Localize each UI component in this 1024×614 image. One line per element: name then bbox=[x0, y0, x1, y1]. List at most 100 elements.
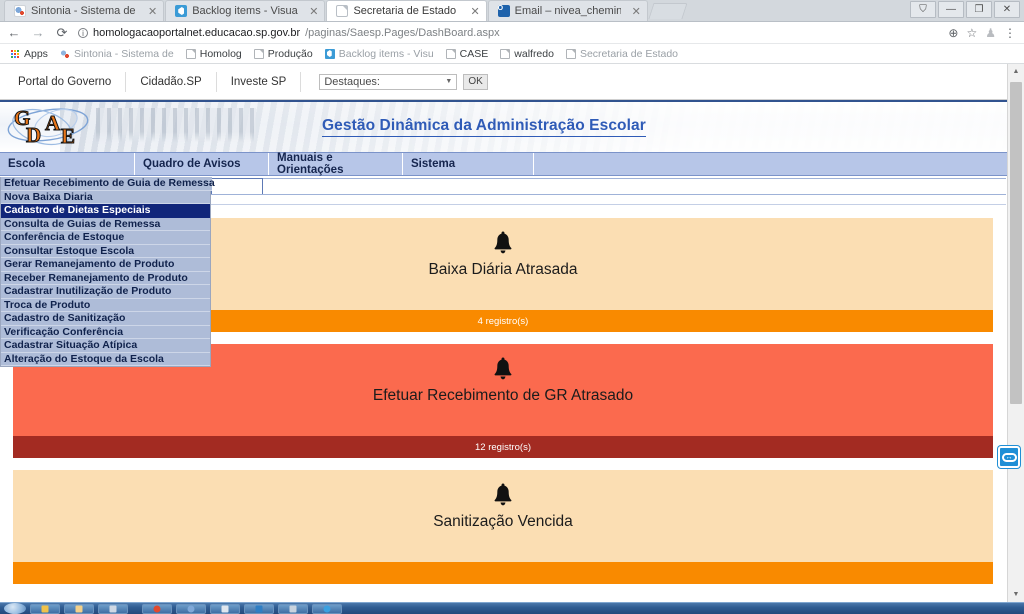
menu-item-consulta-de-guias-de-remessa[interactable]: Consulta de Guias de Remessa bbox=[1, 217, 210, 231]
page-icon bbox=[336, 5, 349, 17]
reload-button[interactable]: ⟳ bbox=[54, 25, 70, 41]
bell-icon bbox=[494, 231, 512, 254]
bookmark-producao[interactable]: Produção bbox=[250, 47, 317, 61]
menu-item-cadastro-de-sanitizacao[interactable]: Cadastro de Sanitização bbox=[1, 312, 210, 326]
forward-button[interactable]: → bbox=[30, 25, 46, 40]
menu-item-alteracao-do-estoque-da-escola[interactable]: Alteração do Estoque da Escola bbox=[1, 352, 210, 366]
taskbar-item-7[interactable] bbox=[278, 603, 308, 614]
nav-item-manuais-e-orientacoes[interactable]: Manuais e Orientações bbox=[269, 152, 403, 176]
tab-close-button[interactable]: ✕ bbox=[142, 5, 157, 18]
taskbar-item-5[interactable] bbox=[210, 603, 240, 614]
menu-item-conferencia-de-estoque[interactable]: Conferência de Estoque bbox=[1, 231, 210, 245]
svg-text:D: D bbox=[26, 123, 41, 147]
profile-avatar-icon[interactable]: ♟ bbox=[985, 26, 996, 40]
bookmark-homolog[interactable]: Homolog bbox=[182, 47, 246, 61]
site-info-icon[interactable]: i bbox=[78, 27, 88, 38]
apps-grid-icon bbox=[10, 48, 20, 59]
omnibox-actions: ⊕ ☆ ♟ ⋮ bbox=[948, 26, 1018, 40]
nav-item-escola[interactable]: Escola bbox=[0, 153, 135, 175]
menu-item-receber-remanejamento-de-produto[interactable]: Receber Remanejamento de Produto bbox=[1, 271, 210, 285]
taskbar-item-0[interactable] bbox=[30, 603, 60, 614]
escola-dropdown-menu: Efetuar Recebimento de Guia de Remessa N… bbox=[0, 177, 215, 367]
menu-item-verificacao-conferencia[interactable]: Verificação Conferência bbox=[1, 325, 210, 339]
back-button[interactable]: ← bbox=[6, 25, 22, 40]
restore-button[interactable]: ❐ bbox=[966, 1, 992, 18]
bookmark-apps[interactable]: Apps bbox=[6, 47, 52, 61]
page-icon bbox=[253, 48, 264, 59]
user-profile-button[interactable]: ⛉ bbox=[910, 1, 936, 18]
svg-text:E: E bbox=[61, 124, 75, 148]
tab-close-button[interactable]: ✕ bbox=[464, 5, 479, 18]
zoom-icon[interactable]: ⊕ bbox=[948, 26, 958, 40]
tab-rule-bottom bbox=[211, 204, 1006, 205]
taskbar-item-4[interactable] bbox=[176, 603, 206, 614]
browser-tab-2[interactable]: Secretaria de Estado da E ✕ bbox=[326, 0, 487, 21]
bookmark-star-icon[interactable]: ☆ bbox=[966, 26, 977, 40]
nav-item-sistema[interactable]: Sistema bbox=[403, 153, 534, 175]
gov-link-investe-sp[interactable]: Investe SP bbox=[217, 71, 302, 92]
browser-tab-0[interactable]: Sintonia - Sistema de Ge ✕ bbox=[4, 0, 165, 21]
new-tab-button[interactable] bbox=[648, 3, 688, 19]
close-button[interactable]: ✕ bbox=[994, 1, 1020, 18]
browser-tab-3[interactable]: O Email – nivea_chemin01 ✕ bbox=[487, 0, 648, 21]
bookmark-label: Produção bbox=[267, 47, 313, 60]
tab-close-button[interactable]: ✕ bbox=[303, 5, 318, 18]
content-tab[interactable] bbox=[211, 178, 263, 195]
destaques-control-group: Destaques: ▼ OK bbox=[319, 73, 488, 90]
start-button[interactable] bbox=[4, 603, 26, 614]
menu-item-consultar-estoque-escola[interactable]: Consultar Estoque Escola bbox=[1, 244, 210, 258]
menu-item-cadastrar-situacao-atipica[interactable]: Cadastrar Situação Atípica bbox=[1, 339, 210, 353]
scrollbar-up-arrow[interactable]: ▲ bbox=[1008, 64, 1024, 79]
menu-item-troca-de-produto[interactable]: Troca de Produto bbox=[1, 298, 210, 312]
menu-item-cadastro-de-dietas-especiais[interactable]: Cadastro de Dietas Especiais bbox=[1, 204, 210, 218]
site-title: Gestão Dinâmica da Administração Escolar bbox=[322, 117, 646, 137]
menu-item-cadastrar-inutilizacao-de-produto[interactable]: Cadastrar Inutilização de Produto bbox=[1, 285, 210, 299]
tab-close-button[interactable]: ✕ bbox=[626, 5, 641, 18]
minimize-button[interactable]: — bbox=[938, 1, 964, 18]
nav-item-quadro-de-avisos[interactable]: Quadro de Avisos bbox=[135, 153, 269, 175]
menu-item-nova-baixa-diaria[interactable]: Nova Baixa Diaria bbox=[1, 190, 210, 204]
dashboard-card-sanitizacao-vencida[interactable]: Sanitização Vencida bbox=[13, 470, 993, 584]
gov-link-cidadao-sp[interactable]: Cidadão.SP bbox=[126, 71, 217, 92]
taskbar-item-3[interactable] bbox=[142, 603, 172, 614]
address-bar[interactable]: i homologacaoportalnet.educacao.sp.gov.b… bbox=[78, 24, 940, 42]
tab-title: Email – nivea_chemin01 bbox=[514, 5, 621, 17]
bookmark-backlog-items[interactable]: Backlog items - Visu bbox=[321, 47, 438, 61]
taskbar-item-6[interactable] bbox=[244, 603, 274, 614]
resize-handle-icon[interactable]: ↔ bbox=[998, 446, 1020, 468]
chrome-menu-icon[interactable]: ⋮ bbox=[1004, 26, 1016, 40]
scrollbar-thumb[interactable] bbox=[1010, 82, 1022, 404]
browser-window: Sintonia - Sistema de Ge ✕ Backlog items… bbox=[0, 0, 1024, 614]
gdae-logo[interactable]: G D A E bbox=[0, 102, 96, 152]
bookmark-sintonia[interactable]: Sintonia - Sistema de bbox=[56, 47, 178, 61]
destaques-select[interactable]: Destaques: ▼ bbox=[319, 73, 458, 90]
visual-studio-icon bbox=[175, 5, 188, 17]
page-scrollbar[interactable]: ▲ ▼ bbox=[1007, 64, 1024, 602]
main-navigation-bar: Escola Quadro de Avisos Manuais e Orient… bbox=[0, 152, 1024, 367]
government-portal-bar: Portal do Governo Cidadão.SP Investe SP … bbox=[0, 64, 1024, 100]
tab-title: Backlog items - Visual St bbox=[192, 5, 299, 17]
bookmark-secretaria-de-estado[interactable]: Secretaria de Estado bbox=[562, 47, 682, 61]
destaques-ok-button[interactable]: OK bbox=[463, 73, 488, 90]
bell-icon bbox=[494, 357, 512, 380]
gov-link-portal-do-governo[interactable]: Portal do Governo bbox=[4, 71, 127, 92]
bookmark-walfredo[interactable]: walfredo bbox=[496, 47, 558, 61]
url-path: /paginas/Saesp.Pages/DashBoard.aspx bbox=[305, 26, 500, 39]
tab-title: Secretaria de Estado da E bbox=[353, 5, 459, 17]
page-icon bbox=[185, 48, 196, 59]
taskbar-item-2[interactable] bbox=[98, 603, 128, 614]
taskbar-item-1[interactable] bbox=[64, 603, 94, 614]
bookmark-case[interactable]: CASE bbox=[442, 47, 493, 61]
sintonia-icon bbox=[14, 5, 26, 17]
taskbar-item-8[interactable] bbox=[312, 603, 342, 614]
browser-tab-1[interactable]: Backlog items - Visual St ✕ bbox=[165, 0, 326, 21]
menu-item-gerar-remanejamento-de-produto[interactable]: Gerar Remanejamento de Produto bbox=[1, 258, 210, 272]
sintonia-icon bbox=[59, 48, 70, 59]
url-host: homologacaoportalnet.educacao.sp.gov.br bbox=[93, 26, 301, 39]
page-icon bbox=[500, 48, 511, 59]
menu-item-efetuar-recebimento-de-guia-de-remessa[interactable]: Efetuar Recebimento de Guia de Remessa bbox=[1, 177, 215, 191]
bookmark-label: Sintonia - Sistema de bbox=[73, 47, 174, 60]
page-icon bbox=[445, 48, 456, 59]
card-title: Efetuar Recebimento de GR Atrasado bbox=[372, 387, 634, 404]
scrollbar-down-arrow[interactable]: ▼ bbox=[1008, 587, 1024, 602]
